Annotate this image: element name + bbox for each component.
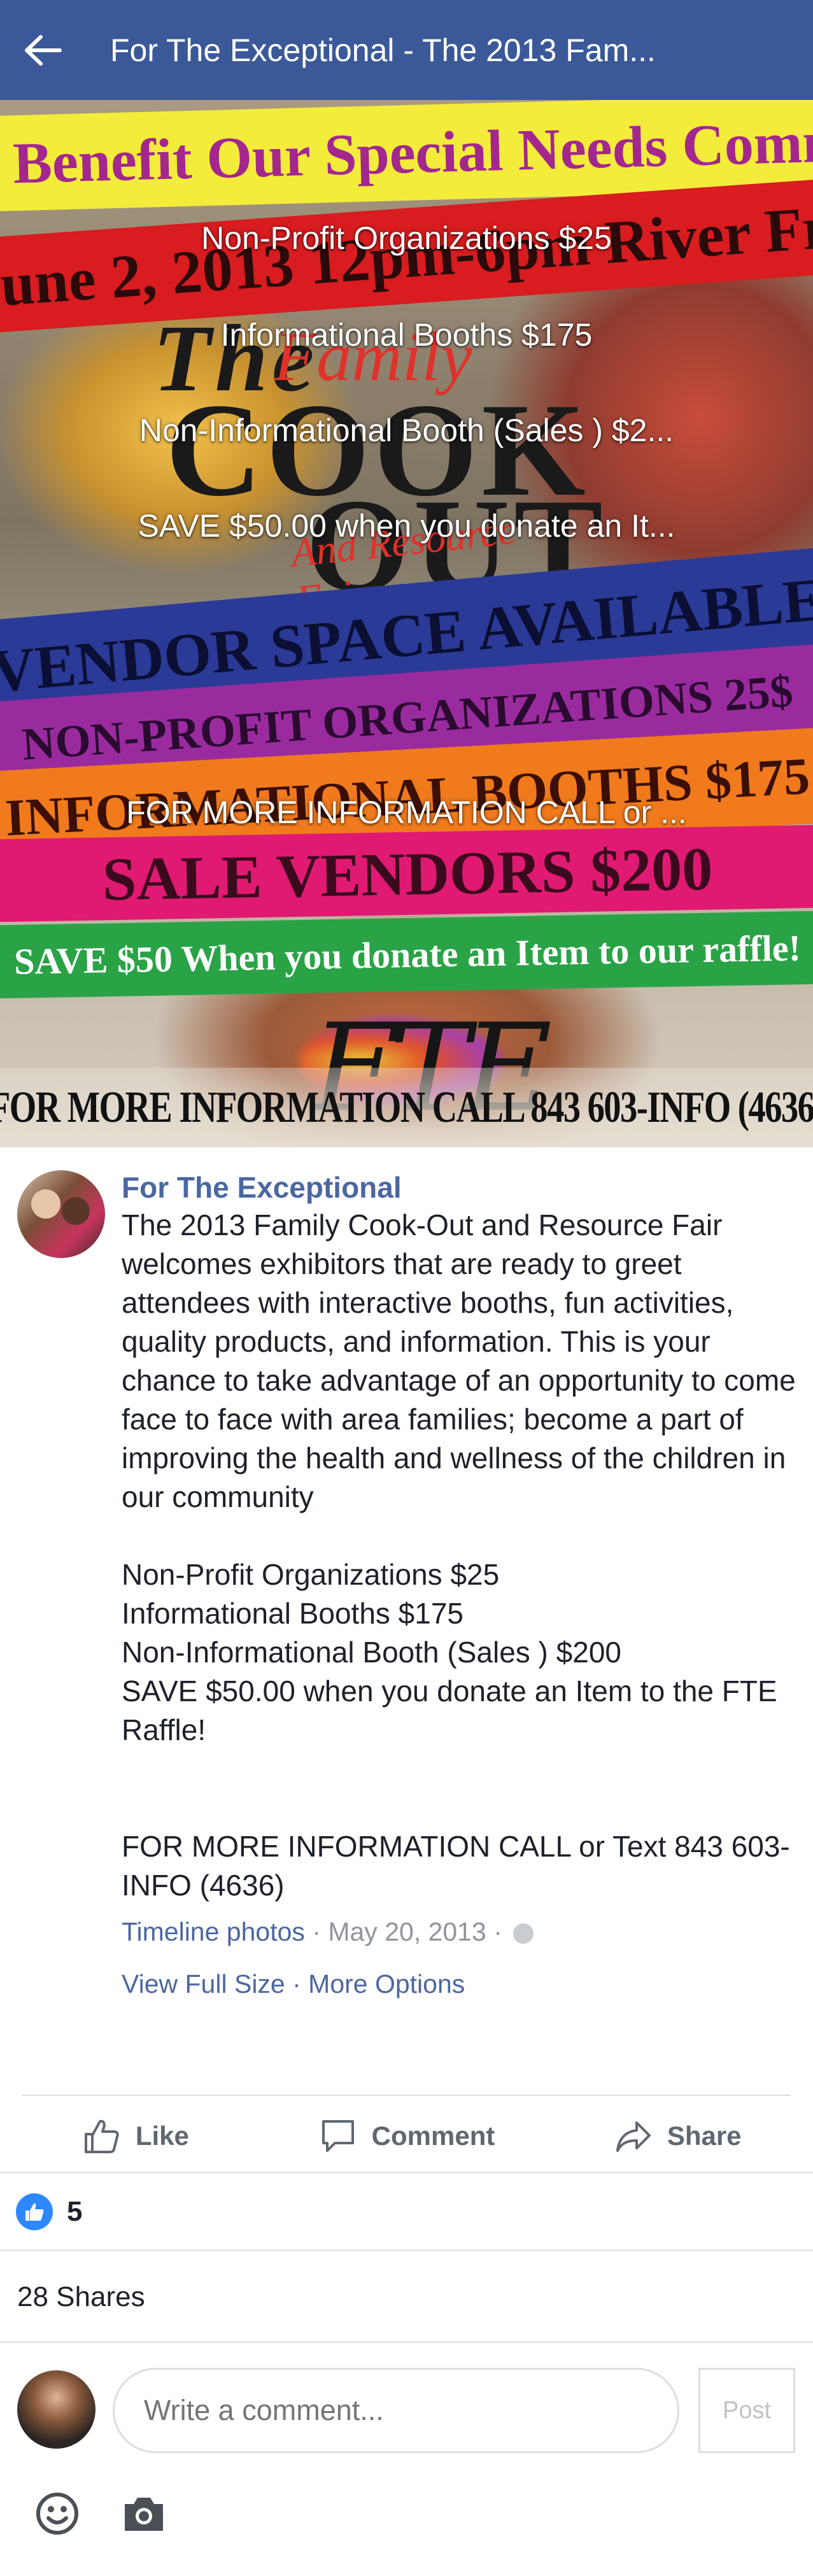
post-photo[interactable]: Proceeds Benefit Our Special Needs Commu… [0,100,813,1147]
banner-sale: SALE VENDORS $200 [0,824,813,923]
share-arrow-icon [616,2121,651,2152]
post-text: The 2013 Family Cook-Out and Resource Fa… [122,1208,796,1902]
speech-bubble-icon [322,2120,354,2152]
comment-composer: Post [0,2345,813,2472]
back-button[interactable] [0,0,86,100]
more-options-link[interactable]: More Options [308,1969,465,1999]
like-reaction-badge [16,2193,53,2230]
photo-caption-line: Non-Informational Booth (Sales ) $2... [139,413,674,448]
post-meta: Timeline photos · May 20, 2013 · [122,1914,796,1950]
meta-separator: · [486,1917,510,1946]
share-button[interactable]: Share [542,2101,813,2171]
source-link[interactable]: Timeline photos [122,1917,305,1946]
photo-links: View Full Size · More Options [122,1966,796,2002]
banner-save: SAVE $50 When you donate an Item to our … [0,910,813,999]
thumbs-up-icon [84,2120,119,2153]
post-body: For The Exceptional The 2013 Family Cook… [122,1169,796,2002]
photo-caption-line: FOR MORE INFORMATION CALL or ... [126,795,687,830]
post-date[interactable]: May 20, 2013 [328,1917,486,1946]
banner-info: FOR MORE INFORMATION CALL 843 603-INFO (… [0,1068,813,1147]
user-avatar [17,2370,95,2449]
comment-label: Comment [371,2121,495,2151]
comment-input[interactable] [113,2368,679,2453]
globe-icon [513,1923,534,1944]
photo-caption-line: Informational Booths $175 [220,317,593,353]
photo-caption-line: Non-Profit Organizations $25 [201,220,612,256]
divider [22,2095,791,2096]
comment-button[interactable]: Comment [271,2101,542,2171]
post-actions: Like Comment Share [0,2101,813,2171]
smiley-icon[interactable] [35,2491,80,2536]
top-bar: For The Exceptional - The 2013 Fam... [0,0,813,100]
thumbs-up-icon [25,2203,44,2221]
page-title: For The Exceptional - The 2013 Fam... [110,32,656,68]
meta-separator: · [304,1917,329,1946]
photo-caption-line: SAVE $50.00 when you donate an It... [138,508,675,544]
view-full-size-link[interactable]: View Full Size [122,1969,285,1999]
reaction-count: 5 [67,2195,83,2227]
post-comment-button[interactable]: Post [698,2368,795,2453]
author-avatar[interactable] [17,1170,105,1258]
arrow-left-icon [24,34,62,66]
link-separator: · [285,1969,309,1999]
author-name[interactable]: For The Exceptional [122,1169,796,1206]
avatar-person [31,1189,60,1219]
reactions-row[interactable]: 5 [0,2174,813,2251]
share-label: Share [667,2121,742,2151]
comment-tools [0,2472,813,2576]
shares-count[interactable]: 28 Shares [0,2253,813,2343]
like-label: Like [135,2121,189,2151]
avatar-person [62,1197,90,1225]
camera-icon[interactable] [121,2493,167,2535]
like-button[interactable]: Like [0,2101,271,2171]
